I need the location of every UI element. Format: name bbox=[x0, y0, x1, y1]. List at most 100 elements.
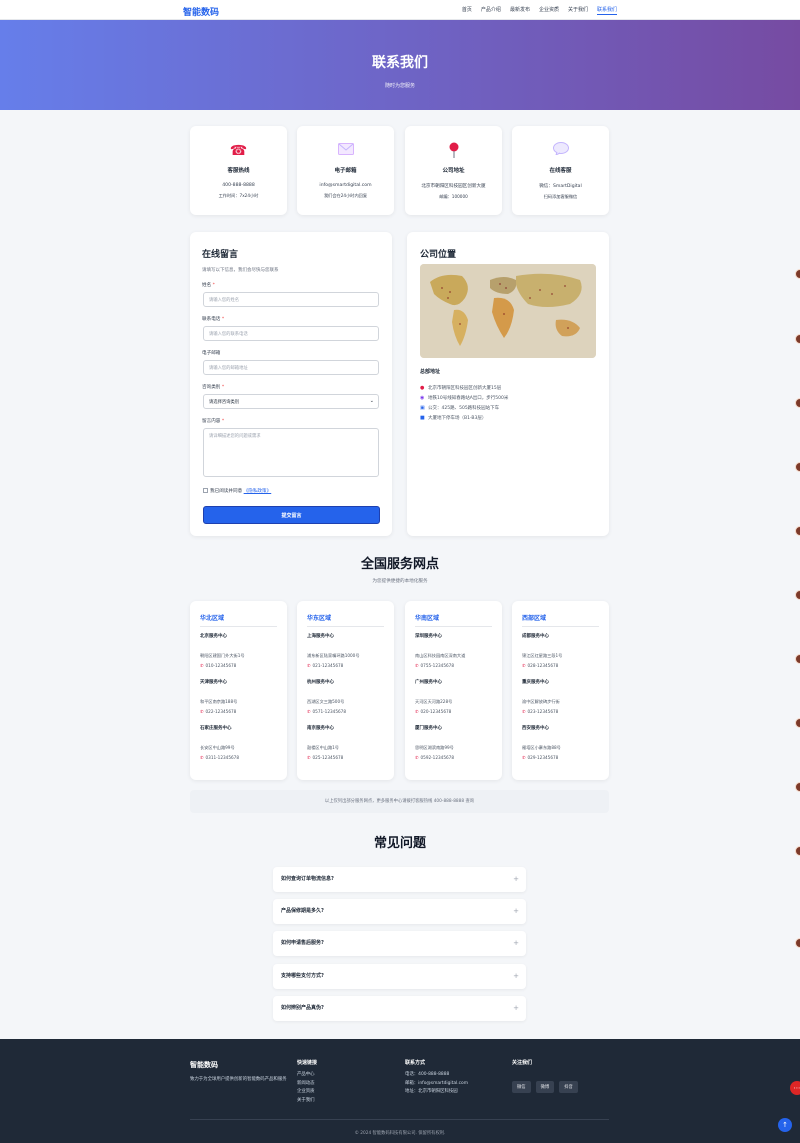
agree-text: 我已阅读并同意 bbox=[210, 489, 243, 494]
hq-title: 总部地址 bbox=[420, 369, 441, 375]
submit-button[interactable]: 提交留言 bbox=[203, 506, 380, 524]
contact-card-line: 400-888-8888 bbox=[222, 183, 255, 188]
bus-icon: ▣ bbox=[420, 405, 425, 411]
footer-contact-line: 电话：400-888-8888 bbox=[405, 1072, 450, 1077]
email-input[interactable]: 请输入您的邮箱地址 bbox=[203, 360, 379, 375]
contact-card-line: info@smartdigital.com bbox=[319, 183, 372, 188]
avatar bbox=[795, 782, 800, 792]
contact-card-line: 微信：SmartDigital bbox=[539, 184, 582, 189]
region-title: 华北区域 bbox=[200, 613, 277, 627]
faq-item[interactable]: 产品保修期是多久? + bbox=[273, 899, 526, 924]
nav-link-about[interactable]: 关于我们 bbox=[568, 6, 588, 15]
service-center: 天津服务中心 和平区南京路188号 ✆ 022-12345678 bbox=[200, 680, 238, 714]
wechat-button[interactable]: 微信 bbox=[512, 1081, 531, 1093]
name-input[interactable]: 请输入您的姓名 bbox=[203, 292, 379, 307]
region-title: 华南区域 bbox=[415, 613, 492, 627]
message-form: 在线留言 请填写以下信息，我们会尽快与您联系 姓名 * 请输入您的姓名 联系电话… bbox=[190, 232, 392, 536]
service-center: 重庆服务中心 渝中区解放碑步行街 ✆ 023-12345678 bbox=[522, 680, 560, 714]
nav-link-products[interactable]: 产品介绍 bbox=[481, 6, 501, 15]
contact-card-email: 电子邮箱 info@smartdigital.com 我们会在24小时内回复 bbox=[297, 126, 394, 215]
nav-link-qualification[interactable]: 企业资质 bbox=[539, 6, 559, 15]
region-card-east: 华东区域 上海服务中心 浦东新区陆家嘴环路1000号 ✆ 021-12345678 杭… bbox=[297, 601, 394, 780]
avatar bbox=[795, 846, 800, 856]
contact-card-note: 扫码添加客服微信 bbox=[543, 194, 578, 199]
faq-item[interactable]: 如何查询订单物流信息? + bbox=[273, 867, 526, 892]
weibo-button[interactable]: 微博 bbox=[535, 1081, 555, 1093]
nav-link-latest[interactable]: 最新发布 bbox=[510, 6, 530, 15]
plus-icon: + bbox=[513, 875, 519, 883]
agree-checkbox[interactable] bbox=[203, 488, 208, 493]
location-card: 公司位置 总部地址 ● 北京市朝阳区科技园区创新大厦15层 ◉ 地铁10号线知春路站… bbox=[407, 232, 609, 536]
contact-card-online: 在线客服 微信：SmartDigital 扫码添加客服微信 bbox=[512, 126, 609, 215]
service-title: 全国服务网点 bbox=[360, 557, 439, 572]
douyin-button[interactable]: 抖音 bbox=[559, 1081, 578, 1093]
plus-icon: + bbox=[513, 907, 519, 915]
hero-banner: 联系我们 随时为您服务 bbox=[0, 20, 800, 110]
region-title: 西部区域 bbox=[522, 613, 599, 627]
type-select[interactable]: 请选择咨询类别 ⌄ bbox=[203, 394, 379, 409]
footer-follow: 关注我们 微信 微博 抖音 bbox=[512, 1059, 583, 1093]
footer-link[interactable]: 产品中心 bbox=[297, 1072, 317, 1078]
subway-line: ◉ 地铁10号线知春路站A出口，步行500米 bbox=[420, 395, 509, 401]
phone-icon: ✆ bbox=[522, 755, 526, 760]
service-center: 石家庄服务中心 长安区中山路99号 ✆ 0311-12345678 bbox=[200, 726, 239, 760]
service-center: 北京服务中心 朝阳区建国门外大街1号 ✆ 010-12345678 bbox=[200, 634, 245, 668]
phone-icon: ✆ bbox=[307, 663, 311, 668]
site-footer: 智能数码 致力于为全球用户提供创新的智能数码产品和服务 快速链接 产品中心 新闻… bbox=[0, 1039, 800, 1143]
phone-icon: ✆ bbox=[415, 709, 419, 714]
footer-contact-line: 地址：北京市朝阳区科技园 bbox=[405, 1089, 458, 1095]
subway-icon: ◉ bbox=[420, 395, 425, 401]
pin-icon bbox=[405, 142, 502, 160]
nav-link-home[interactable]: 首页 bbox=[462, 6, 472, 15]
agree-checkbox-row: 我已阅读并同意 《隐私政策》 bbox=[203, 488, 271, 494]
faq-item[interactable]: 如何辨别产品真伪? + bbox=[273, 996, 526, 1021]
service-center: 南京服务中心 鼓楼区中山路1号 ✆ 025-12345678 bbox=[307, 726, 344, 760]
chat-bubble-icon[interactable]: ⋯ bbox=[790, 1081, 800, 1095]
phone-icon: ☎ bbox=[229, 143, 248, 159]
footer-link[interactable]: 关于我们 bbox=[297, 1098, 317, 1104]
site-logo[interactable]: 智能数码 bbox=[183, 5, 219, 18]
contact-card-line: 北京市朝阳区科技园区创新大厦 bbox=[421, 184, 486, 189]
top-nav: 智能数码 首页 产品介绍 最新发布 企业资质 关于我们 联系我们 bbox=[0, 0, 800, 20]
footer-link[interactable]: 企业资质 bbox=[297, 1090, 317, 1095]
phone-icon: ✆ bbox=[522, 663, 526, 668]
contact-card-address: 公司地址 北京市朝阳区科技园区创新大厦 邮编：100000 bbox=[405, 126, 502, 215]
service-center: 广州服务中心 天河区天河路228号 ✆ 020-12345678 bbox=[415, 680, 453, 714]
avatar bbox=[795, 462, 800, 472]
phone-input[interactable]: 请输入您的联系电话 bbox=[203, 326, 379, 341]
avatar bbox=[795, 590, 800, 600]
form-subtitle: 请填写以下信息，我们会尽快与您联系 bbox=[202, 268, 279, 273]
phone-icon: ✆ bbox=[522, 709, 526, 714]
service-center: 上海服务中心 浦东新区陆家嘴环路1000号 ✆ 021-12345678 bbox=[307, 634, 360, 668]
faq-item[interactable]: 支持哪些支付方式? + bbox=[273, 964, 526, 989]
bus-line: ▣ 公交：425路、505路科技园站下车 bbox=[420, 405, 500, 411]
faq-item[interactable]: 如何申请售后服务? + bbox=[273, 931, 526, 956]
contact-card-title: 公司地址 bbox=[442, 168, 465, 174]
name-label: 姓名 * bbox=[202, 283, 215, 288]
service-subtitle: 为您提供便捷的本地化服务 bbox=[372, 579, 428, 584]
nav-link-contact[interactable]: 联系我们 bbox=[596, 6, 617, 15]
privacy-policy-link[interactable]: 《隐私政策》 bbox=[244, 489, 272, 494]
avatar bbox=[795, 654, 800, 664]
service-center: 深圳服务中心 南山区科技园南区深南大道 ✆ 0755-12345678 bbox=[415, 634, 466, 668]
region-card-north: 华北区域 北京服务中心 朝阳区建国门外大街1号 ✆ 010-12345678 天津服务… bbox=[190, 601, 287, 780]
region-title: 华东区域 bbox=[307, 613, 384, 627]
avatar bbox=[795, 398, 800, 408]
contact-card-phone: ☎ 客服热线 400-888-8888 工作时间：7x24小时 bbox=[190, 126, 287, 215]
nav-links: 首页 产品介绍 最新发布 企业资质 关于我们 联系我们 bbox=[462, 6, 617, 15]
content-textarea[interactable]: 请详细描述您的问题或需求 bbox=[203, 428, 379, 477]
plus-icon: + bbox=[513, 972, 519, 980]
world-map-image bbox=[420, 264, 596, 358]
parking-line: ■ 大厦地下停车场（B1-B3层） bbox=[420, 415, 487, 421]
footer-description: 致力于为全球用户提供创新的智能数码产品和服务 bbox=[190, 1077, 287, 1082]
phone-icon: ✆ bbox=[307, 709, 311, 714]
phone-icon: ✆ bbox=[415, 755, 419, 760]
footer-divider bbox=[190, 1119, 609, 1120]
phone-icon: ✆ bbox=[415, 663, 419, 668]
faq-title: 常见问题 bbox=[373, 836, 426, 851]
phone-icon: ✆ bbox=[200, 755, 204, 760]
phone-icon: ✆ bbox=[200, 709, 204, 714]
back-to-top-icon[interactable]: ↑ bbox=[778, 1118, 792, 1132]
footer-link[interactable]: 新闻动态 bbox=[297, 1081, 317, 1087]
service-center: 厦门服务中心 思明区湖滨南路99号 ✆ 0592-12345678 bbox=[415, 726, 454, 760]
